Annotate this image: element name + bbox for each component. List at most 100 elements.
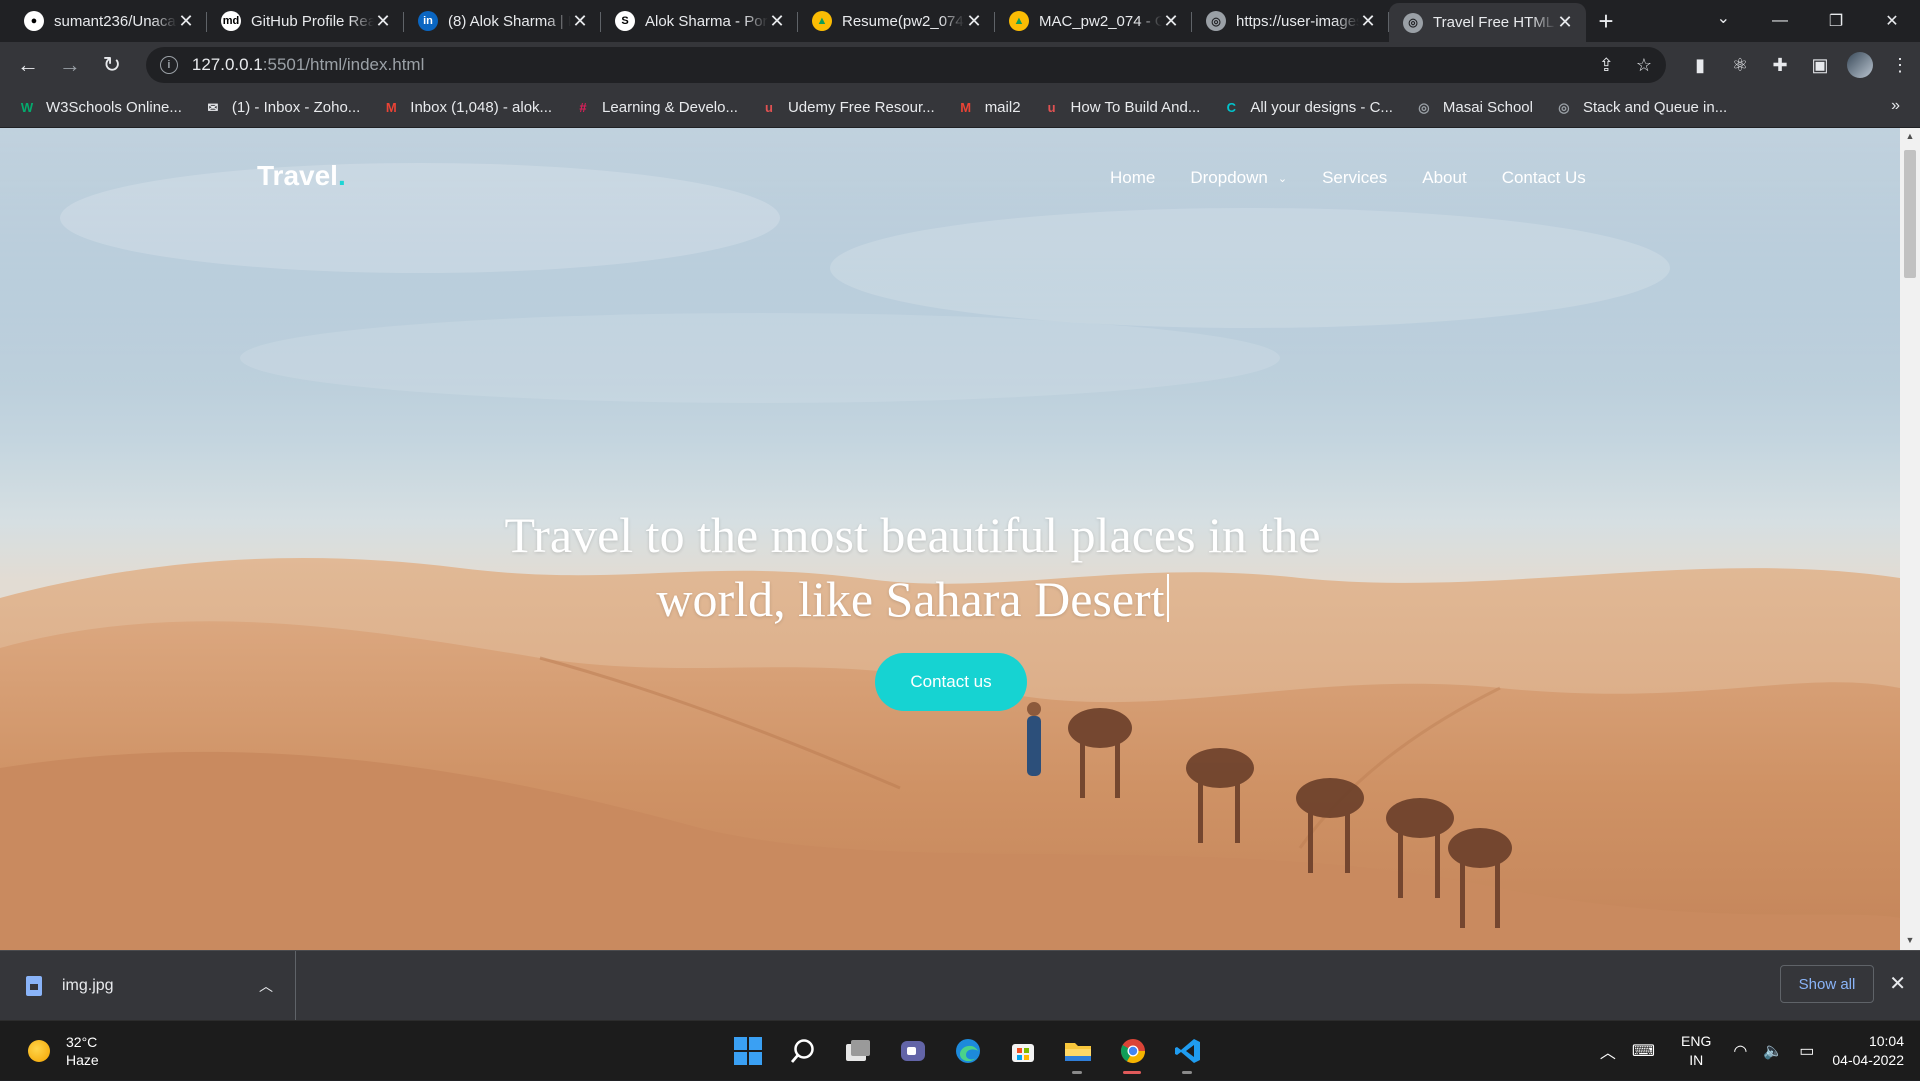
browser-tab[interactable]: ◎ Travel Free HTML Template✕: [1389, 3, 1586, 42]
new-tab-button[interactable]: +: [1586, 3, 1626, 39]
bookmark-item[interactable]: W W3Schools Online...: [18, 99, 182, 117]
browser-tab[interactable]: md GitHub Profile Readme✕: [207, 3, 404, 39]
weather-widget[interactable]: 32°C Haze: [28, 1033, 99, 1069]
language-indicator[interactable]: ENG IN: [1681, 1032, 1711, 1070]
bookmark-item[interactable]: # Learning & Develo...: [574, 99, 738, 117]
close-shelf-icon[interactable]: ✕: [1889, 971, 1906, 996]
tab-title: Travel Free HTML Template: [1433, 14, 1556, 31]
clock[interactable]: 10:04 04-04-2022: [1832, 1032, 1904, 1070]
bookmark-item[interactable]: u How To Build And...: [1043, 99, 1201, 117]
volume-icon[interactable]: 🔈: [1763, 1041, 1783, 1061]
scroll-down-icon[interactable]: ▼: [1900, 932, 1920, 948]
bookmark-item[interactable]: C All your designs - C...: [1222, 99, 1393, 117]
teams-chat-button[interactable]: [885, 1026, 940, 1076]
address-bar[interactable]: i 127.0.0.1:5501/html/index.html ⇪ ☆: [145, 47, 1667, 83]
chrome-icon: [1120, 1039, 1145, 1064]
chevron-up-icon[interactable]: ︿: [1600, 1039, 1616, 1063]
microsoft-store-button[interactable]: [995, 1026, 1050, 1076]
canva-icon: C: [1226, 100, 1237, 115]
page-viewport: Travel. Home Dropdown ⌄ Services About Co…: [0, 128, 1920, 950]
site-logo[interactable]: Travel.: [257, 160, 346, 192]
close-tab-icon[interactable]: ✕: [177, 11, 195, 32]
share-icon[interactable]: ⇪: [1599, 55, 1614, 76]
bookmark-star-icon[interactable]: ☆: [1636, 55, 1652, 76]
close-tab-icon[interactable]: ✕: [1556, 12, 1574, 33]
search-button[interactable]: [775, 1026, 830, 1076]
download-item[interactable]: img.jpg ︿: [0, 951, 296, 1021]
show-all-button[interactable]: Show all: [1780, 965, 1874, 1003]
nav-services-link[interactable]: Services: [1322, 168, 1387, 188]
edge-icon: [955, 1039, 980, 1063]
hero-section: Travel. Home Dropdown ⌄ Services About Co…: [0, 128, 1900, 950]
menu-kebab-icon[interactable]: ⋮: [1880, 45, 1920, 85]
vscode-button[interactable]: [1160, 1026, 1215, 1076]
browser-tab[interactable]: ◎ https://user-images ✕: [1192, 3, 1389, 39]
site-info-icon[interactable]: i: [159, 56, 178, 74]
close-tab-icon[interactable]: ✕: [965, 11, 983, 32]
task-view-button[interactable]: [830, 1026, 885, 1076]
globe-icon: ◎: [1403, 12, 1423, 33]
start-button[interactable]: [720, 1026, 775, 1076]
bookmark-item[interactable]: ◎ Stack and Queue in...: [1555, 99, 1727, 117]
close-tab-icon[interactable]: ✕: [1359, 11, 1377, 32]
tab-search-icon[interactable]: ⌄: [1717, 8, 1730, 28]
bookmark-item[interactable]: Mmail2: [957, 99, 1020, 117]
nav-contact-link[interactable]: Contact Us: [1502, 168, 1586, 188]
browser-tab[interactable]: S Alok Sharma - Portfolio✕: [601, 3, 798, 39]
bookmark-item[interactable]: ◎ Masai School: [1415, 99, 1533, 117]
close-tab-icon[interactable]: ✕: [571, 11, 589, 32]
contact-us-button[interactable]: Contact us: [875, 653, 1027, 711]
nav-home-link[interactable]: Home: [1110, 168, 1155, 188]
nav-about-link[interactable]: About: [1422, 168, 1466, 188]
extensions-puzzle-icon[interactable]: ✚: [1760, 45, 1800, 85]
extension-icon[interactable]: ▮: [1680, 45, 1720, 85]
windows-logo-icon: [733, 1037, 762, 1065]
headline-line-1: Travel to the most beautiful places in t…: [504, 507, 1321, 563]
back-icon[interactable]: ←: [8, 45, 48, 85]
browser-tab[interactable]: ● sumant236/Unacademy✕: [10, 3, 207, 39]
more-bookmarks-icon[interactable]: »: [1891, 97, 1900, 115]
file-explorer-button[interactable]: [1050, 1026, 1105, 1076]
chevron-up-icon[interactable]: ︿: [259, 976, 273, 996]
forward-icon[interactable]: →: [50, 45, 90, 85]
react-devtools-icon[interactable]: ⚛: [1720, 45, 1760, 85]
teams-chat-icon: [900, 1041, 925, 1061]
browser-tab[interactable]: ▲ Resume(pw2_074) ✕: [798, 3, 995, 39]
browser-tab[interactable]: in (8) Alok Sharma | LinkedIn✕: [404, 3, 601, 39]
close-tab-icon[interactable]: ✕: [768, 11, 786, 32]
bookmark-item[interactable]: M Inbox (1,048) - alok...: [382, 99, 552, 117]
bookmark-item[interactable]: ✉ (1) - Inbox - Zoho...: [204, 99, 360, 117]
browser-tab[interactable]: ▲ MAC_pw2_074 - Google Drive✕: [995, 3, 1192, 39]
edge-button[interactable]: [940, 1026, 995, 1076]
minimize-icon[interactable]: —: [1752, 0, 1808, 42]
bookmark-label: Udemy Free Resour...: [787, 99, 935, 116]
restore-icon[interactable]: ❐: [1808, 0, 1864, 42]
side-panel-icon[interactable]: ▣: [1800, 45, 1840, 85]
nav-dropdown-link[interactable]: Dropdown ⌄: [1190, 168, 1287, 188]
keyboard-icon[interactable]: ⌨: [1632, 1041, 1655, 1061]
bookmark-label: Learning & Develo...: [602, 99, 738, 116]
page-scrollbar[interactable]: ▲ ▼: [1900, 128, 1920, 950]
battery-icon[interactable]: ▭: [1799, 1041, 1814, 1061]
browser-toolbar: ← → ↻ i 127.0.0.1:5501/html/index.html ⇪…: [0, 42, 1920, 88]
profile-avatar[interactable]: [1840, 45, 1880, 85]
slack-icon: #: [579, 100, 587, 115]
bookmark-item[interactable]: u Udemy Free Resour...: [760, 99, 935, 117]
bookmark-label: How To Build And...: [1070, 99, 1201, 116]
site-navbar: Travel. Home Dropdown ⌄ Services About Co…: [0, 128, 1900, 228]
linkedin-icon: in: [418, 11, 438, 31]
close-tab-icon[interactable]: ✕: [1162, 11, 1180, 32]
close-window-icon[interactable]: ✕: [1864, 0, 1920, 42]
logo-text: Travel: [257, 160, 338, 191]
chrome-button[interactable]: [1105, 1026, 1160, 1076]
scrollbar-thumb[interactable]: [1904, 150, 1916, 278]
wifi-icon[interactable]: ◠: [1733, 1041, 1747, 1061]
reload-icon[interactable]: ↻: [92, 45, 132, 85]
bookmark-label: (1) - Inbox - Zoho...: [231, 99, 361, 116]
weather-condition: Haze: [66, 1052, 99, 1068]
scroll-up-icon[interactable]: ▲: [1900, 128, 1920, 144]
close-tab-icon[interactable]: ✕: [374, 11, 392, 32]
github-icon: ●: [24, 11, 44, 31]
chevron-down-icon: ⌄: [1277, 172, 1288, 185]
url-host: 127.0.0.1: [191, 55, 263, 74]
